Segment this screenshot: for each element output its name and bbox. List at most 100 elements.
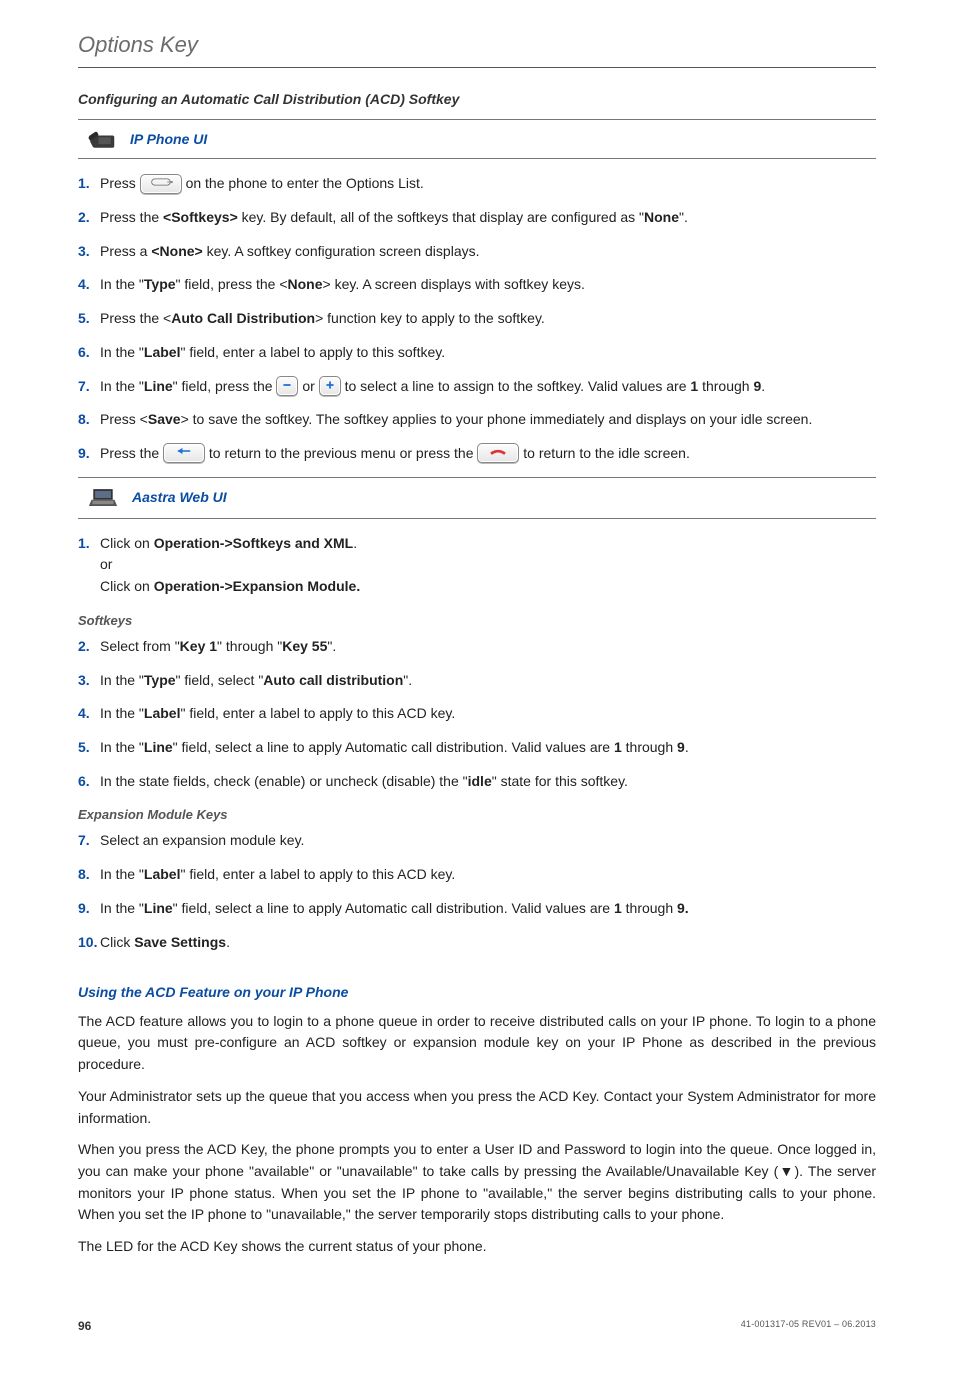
text: Auto call distribution [263,672,403,688]
section-heading-acd-softkey: Configuring an Automatic Call Distributi… [78,90,876,110]
expansion-subheading: Expansion Module Keys [78,806,876,824]
text: Click on [100,578,154,594]
text: 1 [614,739,622,755]
text: key. By default, all of the softkeys tha… [238,209,644,225]
text: > to save the softkey. The softkey appli… [181,411,813,427]
text: through [698,378,753,394]
page-title: Options Key [78,30,876,68]
text: Auto Call Distribution [171,310,315,326]
text: Press the [100,445,163,461]
text: > key. A screen displays with softkey ke… [323,276,585,292]
text: > function key to apply to the softkey. [315,310,545,326]
text: " field, select a line to apply Automati… [173,739,614,755]
text: None [644,209,679,225]
text: to select a line to assign to the softke… [345,378,691,394]
text: " field, select " [176,672,264,688]
text: Press a [100,243,151,259]
text: to return to the idle screen. [523,445,690,461]
text: " field, enter a label to apply to this … [180,866,455,882]
text: ". [679,209,688,225]
text: through [622,900,677,916]
text: In the " [100,705,144,721]
text: In the " [100,900,144,916]
text: Press the [100,209,163,225]
text: Click on [100,535,154,551]
using-acd-heading: Using the ACD Feature on your IP Phone [78,983,876,1003]
softkeys-subheading: Softkeys [78,612,876,630]
revision-text: 41-001317-05 REV01 – 06.2013 [741,1318,876,1335]
web-expansion-steps: 7.Select an expansion module key. 8. In … [78,830,876,953]
text: Label [144,344,181,360]
paragraph: The LED for the ACD Key shows the curren… [78,1236,876,1258]
text: Save [148,411,181,427]
text: In the state fields, check (enable) or u… [100,773,468,789]
minus-key-icon [276,376,298,396]
text: Operation->Expansion Module. [154,578,361,594]
text: . [226,934,230,950]
text: 9. [677,900,689,916]
text: or [302,378,318,394]
text: ". [327,638,336,654]
ip-phone-ui-header: IP Phone UI [78,119,876,159]
back-key-icon [163,443,205,463]
laptop-icon [88,486,118,510]
web-ui-steps: 1. Click on Operation->Softkeys and XML.… [78,533,876,598]
plus-key-icon [319,376,341,396]
text: Label [144,866,181,882]
page-number: 96 [78,1318,91,1335]
text: " field, select a line to apply Automati… [173,900,614,916]
text: Key 55 [282,638,327,654]
hangup-key-icon [477,443,519,463]
text: Select from " [100,638,180,654]
text: In the " [100,276,144,292]
text: Key 1 [180,638,217,654]
text: through [622,739,677,755]
text: or [100,556,112,572]
text: " field, press the < [176,276,288,292]
text: " field, press the [173,378,277,394]
text: Press < [100,411,148,427]
web-softkeys-steps: 2. Select from "Key 1" through "Key 55".… [78,636,876,792]
text: Press [100,175,140,191]
text: <Softkeys> [163,209,238,225]
aastra-web-ui-header: Aastra Web UI [78,477,876,519]
text: key. A softkey configuration screen disp… [203,243,480,259]
text: 1 [614,900,622,916]
text: In the " [100,739,144,755]
text: Line [144,739,173,755]
text: None [288,276,323,292]
text: idle [468,773,492,789]
text: Type [144,672,176,688]
phone-icon [88,128,116,150]
text: to return to the previous menu or press … [209,445,477,461]
text: " state for this softkey. [492,773,628,789]
text: In the " [100,672,144,688]
text: In the " [100,378,144,394]
text: Select an expansion module key. [100,832,304,848]
aastra-web-ui-label: Aastra Web UI [132,488,227,508]
page-footer: 96 41-001317-05 REV01 – 06.2013 [78,1318,876,1335]
text: Type [144,276,176,292]
text: Save Settings [134,934,226,950]
paragraph: The ACD feature allows you to login to a… [78,1011,876,1076]
text: Label [144,705,181,721]
text: . [685,739,689,755]
text: . [761,378,765,394]
text: on the phone to enter the Options List. [186,175,424,191]
text: Line [144,900,173,916]
paragraph: Your Administrator sets up the queue tha… [78,1086,876,1129]
text: 9 [677,739,685,755]
text: Press the < [100,310,171,326]
text: " field, enter a label to apply to this … [180,705,455,721]
text: In the " [100,866,144,882]
paragraph: When you press the ACD Key, the phone pr… [78,1139,876,1226]
text: Click [100,934,134,950]
text: Line [144,378,173,394]
text: . [353,535,357,551]
ip-phone-steps: 1. Press on the phone to enter the Optio… [78,173,876,464]
text: Operation->Softkeys and XML [154,535,354,551]
ip-phone-ui-label: IP Phone UI [130,130,207,150]
text: In the " [100,344,144,360]
text: ". [403,672,412,688]
text: " through " [217,638,282,654]
